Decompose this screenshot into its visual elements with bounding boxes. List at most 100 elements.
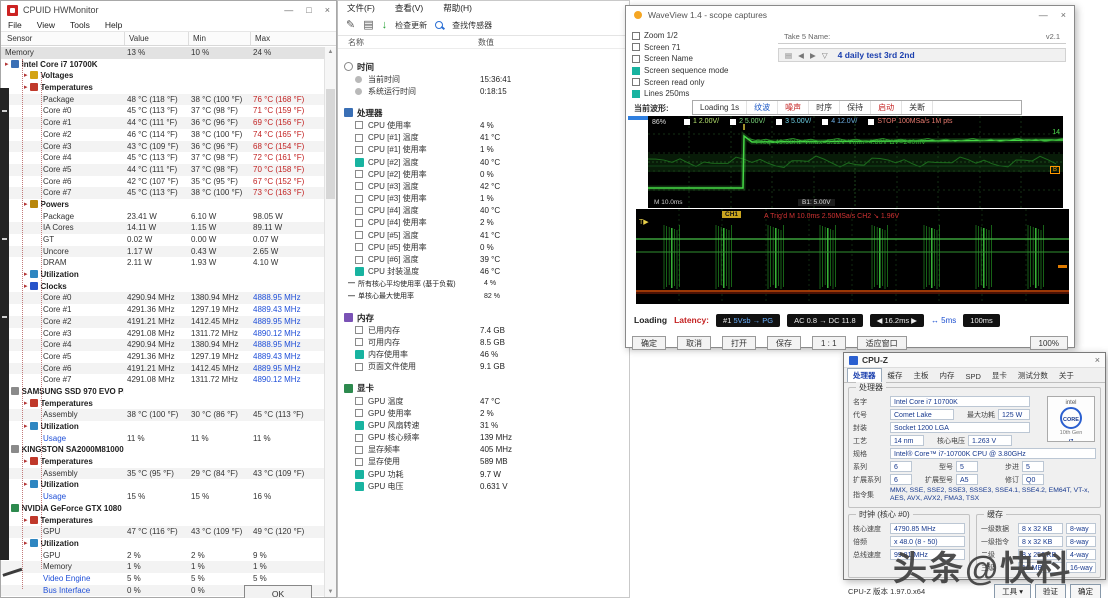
sensor-item[interactable]: CPU [#6] 温度39 °C bbox=[338, 253, 629, 265]
menu-help[interactable]: Help bbox=[105, 20, 122, 30]
close-icon[interactable]: × bbox=[1095, 355, 1100, 365]
channel-checkbox[interactable] bbox=[776, 119, 782, 125]
scope-option[interactable]: Screen sequence mode bbox=[632, 65, 778, 77]
hw-sensor-row[interactable]: Core #24191.21 MHz1412.45 MHz4889.95 MHz bbox=[1, 316, 324, 328]
channel-checkbox[interactable] bbox=[684, 119, 690, 125]
hw-device-row[interactable]: ▸KINGSTON SA2000M81000G bbox=[1, 444, 324, 456]
scope-button[interactable]: 打开 bbox=[722, 336, 756, 350]
scope-option[interactable]: Screen Name bbox=[632, 53, 778, 65]
checkbox[interactable] bbox=[355, 434, 363, 442]
cpuz-titlebar[interactable]: CPU-Z × bbox=[844, 353, 1105, 368]
hw-sensor-row[interactable]: Package48 °C (118 °F)38 °C (100 °F)76 °C… bbox=[1, 94, 324, 106]
sensor-item[interactable]: 显存使用589 MB bbox=[338, 456, 629, 468]
checkbox[interactable] bbox=[355, 397, 363, 405]
sensor-item[interactable]: CPU [#2] 温度40 °C bbox=[338, 156, 629, 168]
zoom-level-button[interactable]: 100% bbox=[1030, 336, 1068, 350]
scope-tab[interactable]: 关断 bbox=[902, 101, 933, 114]
sensor-item[interactable]: CPU [#1] 使用率1 % bbox=[338, 144, 629, 156]
tab-5[interactable]: 显卡 bbox=[987, 369, 1012, 382]
sensor-item[interactable]: —单核心最大使用率82 % bbox=[338, 290, 629, 302]
checkbox[interactable] bbox=[355, 458, 363, 466]
sensor-item[interactable]: 显存频率405 MHz bbox=[338, 444, 629, 456]
scope-name-field[interactable]: Take 5 Name: v2.1 bbox=[778, 31, 1066, 44]
expand-arrow-icon[interactable]: ▸ bbox=[24, 201, 28, 208]
checkbox[interactable] bbox=[355, 256, 363, 264]
tab-0[interactable]: 处理器 bbox=[847, 368, 882, 382]
scope-button[interactable]: 确定 bbox=[632, 336, 666, 350]
hw-sensor-row[interactable]: Core #64191.21 MHz1412.45 MHz4889.95 MHz bbox=[1, 363, 324, 375]
expand-arrow-icon[interactable]: ▸ bbox=[24, 423, 28, 430]
hw-sensor-row[interactable]: Core #34291.08 MHz1311.72 MHz4890.12 MHz bbox=[1, 328, 324, 340]
expand-arrow-icon[interactable]: ▸ bbox=[24, 400, 28, 407]
layout-icon[interactable]: ▤ bbox=[363, 20, 373, 31]
tab-7[interactable]: 关于 bbox=[1054, 369, 1079, 382]
maximize-icon[interactable]: □ bbox=[306, 5, 311, 15]
sensor-item[interactable]: CPU [#4] 温度40 °C bbox=[338, 205, 629, 217]
hw-sensor-row[interactable]: Usage11 %11 %11 % bbox=[1, 433, 324, 445]
hw-section-row[interactable]: ▸Temperatures bbox=[1, 456, 324, 468]
sensor-item[interactable]: GPU 电压0.631 V bbox=[338, 480, 629, 492]
hw-sensor-row[interactable]: Core #642 °C (107 °F)35 °C (95 °F)67 °C … bbox=[1, 176, 324, 188]
scope-button[interactable]: 适应窗口 bbox=[857, 336, 907, 350]
expand-arrow-icon[interactable]: ▸ bbox=[24, 517, 28, 524]
tab-2[interactable]: 主板 bbox=[909, 369, 934, 382]
hw-section-row[interactable]: ▸Utilization bbox=[1, 538, 324, 550]
hw-sensor-row[interactable]: Core #04290.94 MHz1380.94 MHz4888.95 MHz bbox=[1, 292, 324, 304]
scope-button[interactable]: 取消 bbox=[677, 336, 711, 350]
hw-sensor-row[interactable]: GPU2 %2 %9 % bbox=[1, 550, 324, 562]
search-sensors-button[interactable]: 查找传感器 bbox=[452, 20, 492, 31]
hw-section-row[interactable]: ▸Utilization bbox=[1, 421, 324, 433]
hw-sensor-row[interactable]: IA Cores14.11 W1.15 W89.11 W bbox=[1, 222, 324, 234]
scope-tab[interactable]: 保持 bbox=[840, 101, 871, 114]
checkbox[interactable] bbox=[355, 219, 363, 227]
hw-sensor-row[interactable]: GPU47 °C (116 °F)43 °C (109 °F)49 °C (12… bbox=[1, 526, 324, 538]
hw-sensor-row[interactable]: Core #246 °C (114 °F)38 °C (100 °F)74 °C… bbox=[1, 129, 324, 141]
sensor-item[interactable]: GPU 功耗9.7 W bbox=[338, 468, 629, 480]
scroll-down-icon[interactable]: ▼ bbox=[325, 589, 336, 595]
scope-option[interactable]: Screen read only bbox=[632, 76, 778, 88]
hw-sensor-row[interactable]: Core #74291.08 MHz1311.72 MHz4890.12 MHz bbox=[1, 374, 324, 386]
sensor-item[interactable]: GPU 核心频率139 MHz bbox=[338, 432, 629, 444]
scrollbar-thumb[interactable] bbox=[326, 89, 335, 199]
hw-sensor-row[interactable]: DRAM2.11 W1.93 W4.10 W bbox=[1, 257, 324, 269]
hw-sensor-row[interactable]: Core #44290.94 MHz1380.94 MHz4888.95 MHz bbox=[1, 339, 324, 351]
hw-sensor-row[interactable]: Usage15 %15 %16 % bbox=[1, 491, 324, 503]
hw-section-row[interactable]: ▸Temperatures bbox=[1, 398, 324, 410]
hw-section-row[interactable]: ▸Temperatures bbox=[1, 82, 324, 94]
sensor-item[interactable]: 已用内存7.4 GB bbox=[338, 324, 629, 336]
channel-checkbox[interactable] bbox=[822, 119, 828, 125]
checkbox[interactable] bbox=[355, 170, 363, 178]
expand-arrow-icon[interactable]: ▸ bbox=[24, 458, 28, 465]
sensor-item[interactable]: CPU [#4] 使用率2 % bbox=[338, 217, 629, 229]
hw-sensor-row[interactable]: Core #544 °C (111 °F)37 °C (98 °F)70 °C … bbox=[1, 164, 324, 176]
checkbox[interactable] bbox=[355, 146, 363, 154]
checkbox[interactable] bbox=[355, 121, 363, 129]
tab-6[interactable]: 测试分数 bbox=[1013, 369, 1053, 382]
hwmonitor-scrollbar[interactable]: ▲ ▼ bbox=[324, 47, 336, 597]
ok-button[interactable]: OK bbox=[244, 585, 312, 598]
hw-sensor-row[interactable]: Core #54291.36 MHz1297.19 MHz4889.43 MHz bbox=[1, 351, 324, 363]
checkbox[interactable] bbox=[355, 363, 363, 371]
tab-1[interactable]: 缓存 bbox=[883, 369, 908, 382]
sensor-item[interactable]: CPU 封装温度46 °C bbox=[338, 266, 629, 278]
checkbox[interactable] bbox=[355, 326, 363, 334]
hw-sensor-row[interactable]: Core #745 °C (113 °F)38 °C (100 °F)73 °C… bbox=[1, 187, 324, 199]
checkbox[interactable] bbox=[355, 338, 363, 346]
expand-arrow-icon[interactable]: ▸ bbox=[24, 84, 28, 91]
sensor-item[interactable]: CPU [#1] 温度41 °C bbox=[338, 132, 629, 144]
sensor-item[interactable]: 可用内存8.5 GB bbox=[338, 336, 629, 348]
hw-section-row[interactable]: ▸Utilization bbox=[1, 479, 324, 491]
hw-sensor-row[interactable]: Core #445 °C (113 °F)37 °C (98 °F)72 °C … bbox=[1, 152, 324, 164]
sensor-item[interactable]: CPU [#3] 使用率1 % bbox=[338, 193, 629, 205]
checkbox[interactable] bbox=[355, 446, 363, 454]
sensor-item[interactable]: CPU [#2] 使用率0 % bbox=[338, 168, 629, 180]
checkbox[interactable] bbox=[355, 207, 363, 215]
sensor-item[interactable]: —所有核心平均使用率 (基于负载)4 % bbox=[338, 278, 629, 290]
sensor-item[interactable]: GPU 温度47 °C bbox=[338, 395, 629, 407]
check-update-button[interactable]: 检查更新 bbox=[395, 20, 427, 31]
tab-4[interactable]: SPD bbox=[961, 371, 986, 382]
hw-sensor-row[interactable]: Memory13 %10 %24 % bbox=[1, 47, 324, 59]
hw-sensor-row[interactable]: Core #144 °C (111 °F)36 °C (96 °F)69 °C … bbox=[1, 117, 324, 129]
scope-tab[interactable]: 时序 bbox=[809, 101, 840, 114]
scope-tab[interactable]: 噪声 bbox=[778, 101, 809, 114]
